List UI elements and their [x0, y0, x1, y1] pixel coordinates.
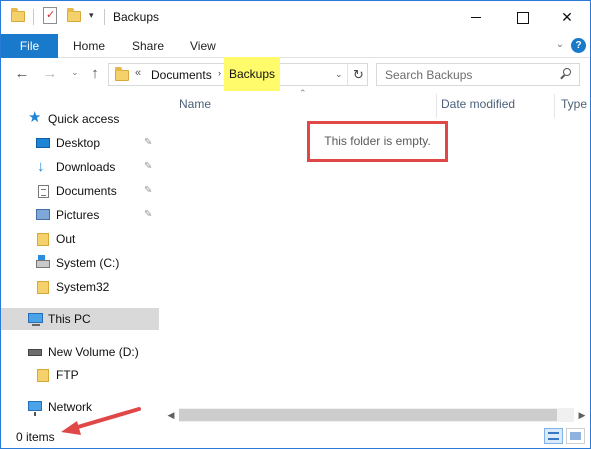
title-divider — [104, 9, 105, 25]
sidebar-item-label: Out — [56, 232, 76, 246]
sort-indicator-icon: ⌃ — [299, 88, 307, 98]
tab-home[interactable]: Home — [73, 34, 105, 58]
new-folder-icon[interactable] — [67, 8, 81, 23]
breadcrumb-documents[interactable]: Documents — [151, 68, 212, 82]
navigation-pane: ★ Quick access Desktop ✎ ↓ Downloads ✎ D… — [1, 91, 159, 423]
title-bar[interactable]: ✓ ▾ Backups ✕ — [1, 1, 590, 34]
sidebar-item-system32[interactable]: System32 — [1, 276, 159, 298]
column-divider[interactable] — [436, 94, 437, 118]
column-header-type[interactable]: Type — [561, 94, 587, 114]
tab-share[interactable]: Share — [132, 34, 164, 58]
column-header-name[interactable]: Name — [179, 94, 211, 114]
address-dropdown-icon[interactable]: ⌄ — [335, 69, 343, 80]
forward-button[interactable]: → — [41, 65, 59, 83]
folder-icon — [11, 8, 25, 23]
search-box[interactable]: Search Backups — [376, 63, 580, 86]
computer-icon — [28, 313, 43, 326]
document-icon — [38, 185, 49, 198]
sidebar-item-label: Documents — [56, 184, 117, 198]
expand-ribbon-icon[interactable]: ⌄ — [554, 39, 566, 51]
tab-view[interactable]: View — [190, 34, 216, 58]
sidebar-item-this-pc[interactable]: This PC — [1, 308, 159, 330]
column-divider[interactable] — [554, 94, 555, 118]
sidebar-item-label: Quick access — [48, 112, 120, 126]
sidebar-item-pictures[interactable]: Pictures ✎ — [1, 204, 159, 226]
pin-icon: ✎ — [144, 209, 153, 220]
star-icon: ★ — [28, 109, 42, 126]
window-title: Backups — [113, 10, 160, 24]
item-count: 0 items — [16, 430, 55, 444]
sidebar-item-label: FTP — [56, 368, 79, 382]
annotation-arrow — [61, 407, 141, 435]
up-button[interactable]: ↑ — [86, 65, 104, 83]
folder-icon — [37, 281, 49, 294]
empty-folder-highlight: This folder is empty. — [307, 121, 448, 162]
sidebar-item-label: Pictures — [56, 208, 100, 222]
customize-toolbar-dropdown-icon[interactable]: ▾ — [89, 10, 94, 21]
sidebar-item-system-c[interactable]: System (C:) — [1, 252, 159, 274]
address-folder-icon — [115, 67, 129, 81]
search-input[interactable]: Search Backups — [385, 68, 472, 82]
download-icon: ↓ — [37, 158, 45, 175]
sidebar-item-label: System32 — [56, 280, 110, 294]
sidebar-item-new-volume[interactable]: New Volume (D:) — [1, 341, 159, 363]
empty-folder-message: This folder is empty. — [324, 134, 431, 148]
horizontal-scrollbar[interactable]: ◀ ▶ — [161, 408, 590, 422]
recent-locations-icon[interactable]: ⌄ — [71, 67, 79, 78]
pin-icon: ✎ — [144, 161, 153, 172]
sidebar-item-label: Downloads — [56, 160, 116, 174]
folder-icon — [37, 233, 49, 246]
navigation-bar: ← → ⌄ ↑ « Documents › Backups ⌄ ↻ Search… — [1, 57, 590, 92]
back-button[interactable]: ← — [13, 65, 31, 83]
sidebar-item-quick-access[interactable]: ★ Quick access — [1, 108, 159, 130]
large-icons-view-button[interactable] — [566, 428, 585, 444]
toolbar-divider — [33, 9, 34, 25]
sidebar-item-out[interactable]: Out — [1, 228, 159, 250]
tab-file[interactable]: File — [1, 34, 58, 58]
details-view-button[interactable] — [544, 428, 563, 444]
help-icon[interactable]: ? — [571, 38, 586, 53]
sidebar-item-label: Desktop — [56, 136, 101, 150]
column-header-date-modified[interactable]: Date modified — [441, 94, 515, 114]
sidebar-item-desktop[interactable]: Desktop ✎ — [1, 132, 159, 154]
sidebar-item-ftp[interactable]: FTP — [1, 364, 159, 386]
sidebar-item-label: This PC — [48, 312, 91, 326]
sidebar-item-label: New Volume (D:) — [48, 345, 139, 359]
file-list[interactable]: Name ⌃ Date modified Type This folder is… — [161, 88, 590, 423]
breadcrumb-backups[interactable]: Backups — [224, 57, 281, 92]
address-overflow[interactable]: « — [135, 67, 141, 79]
scroll-right-icon[interactable]: ▶ — [575, 408, 589, 422]
ribbon-tabs: File Home Share View ⌄ ? — [1, 34, 590, 58]
pin-icon: ✎ — [144, 137, 153, 148]
address-bar[interactable]: « Documents › Backups ⌄ ↻ — [108, 57, 369, 92]
folder-icon — [37, 369, 49, 382]
pictures-icon — [36, 209, 50, 220]
minimize-button[interactable] — [453, 1, 499, 33]
scroll-left-icon[interactable]: ◀ — [164, 408, 178, 422]
sidebar-item-downloads[interactable]: ↓ Downloads ✎ — [1, 156, 159, 178]
sidebar-item-documents[interactable]: Documents ✎ — [1, 180, 159, 202]
explorer-window: ✓ ▾ Backups ✕ File Home Share View ⌄ ? ←… — [0, 0, 591, 449]
drive-icon — [36, 255, 50, 268]
refresh-button[interactable]: ↻ — [347, 64, 369, 85]
pin-icon: ✎ — [144, 185, 153, 196]
breadcrumb-separator[interactable]: › — [218, 68, 221, 78]
network-icon — [28, 401, 42, 416]
scroll-thumb[interactable] — [179, 409, 557, 421]
sidebar-item-label: System (C:) — [56, 256, 120, 270]
properties-icon[interactable]: ✓ — [43, 7, 57, 24]
maximize-button[interactable] — [499, 1, 545, 33]
close-button[interactable]: ✕ — [544, 1, 590, 33]
desktop-icon — [36, 138, 50, 148]
search-icon — [560, 68, 572, 80]
drive-icon — [28, 349, 42, 356]
